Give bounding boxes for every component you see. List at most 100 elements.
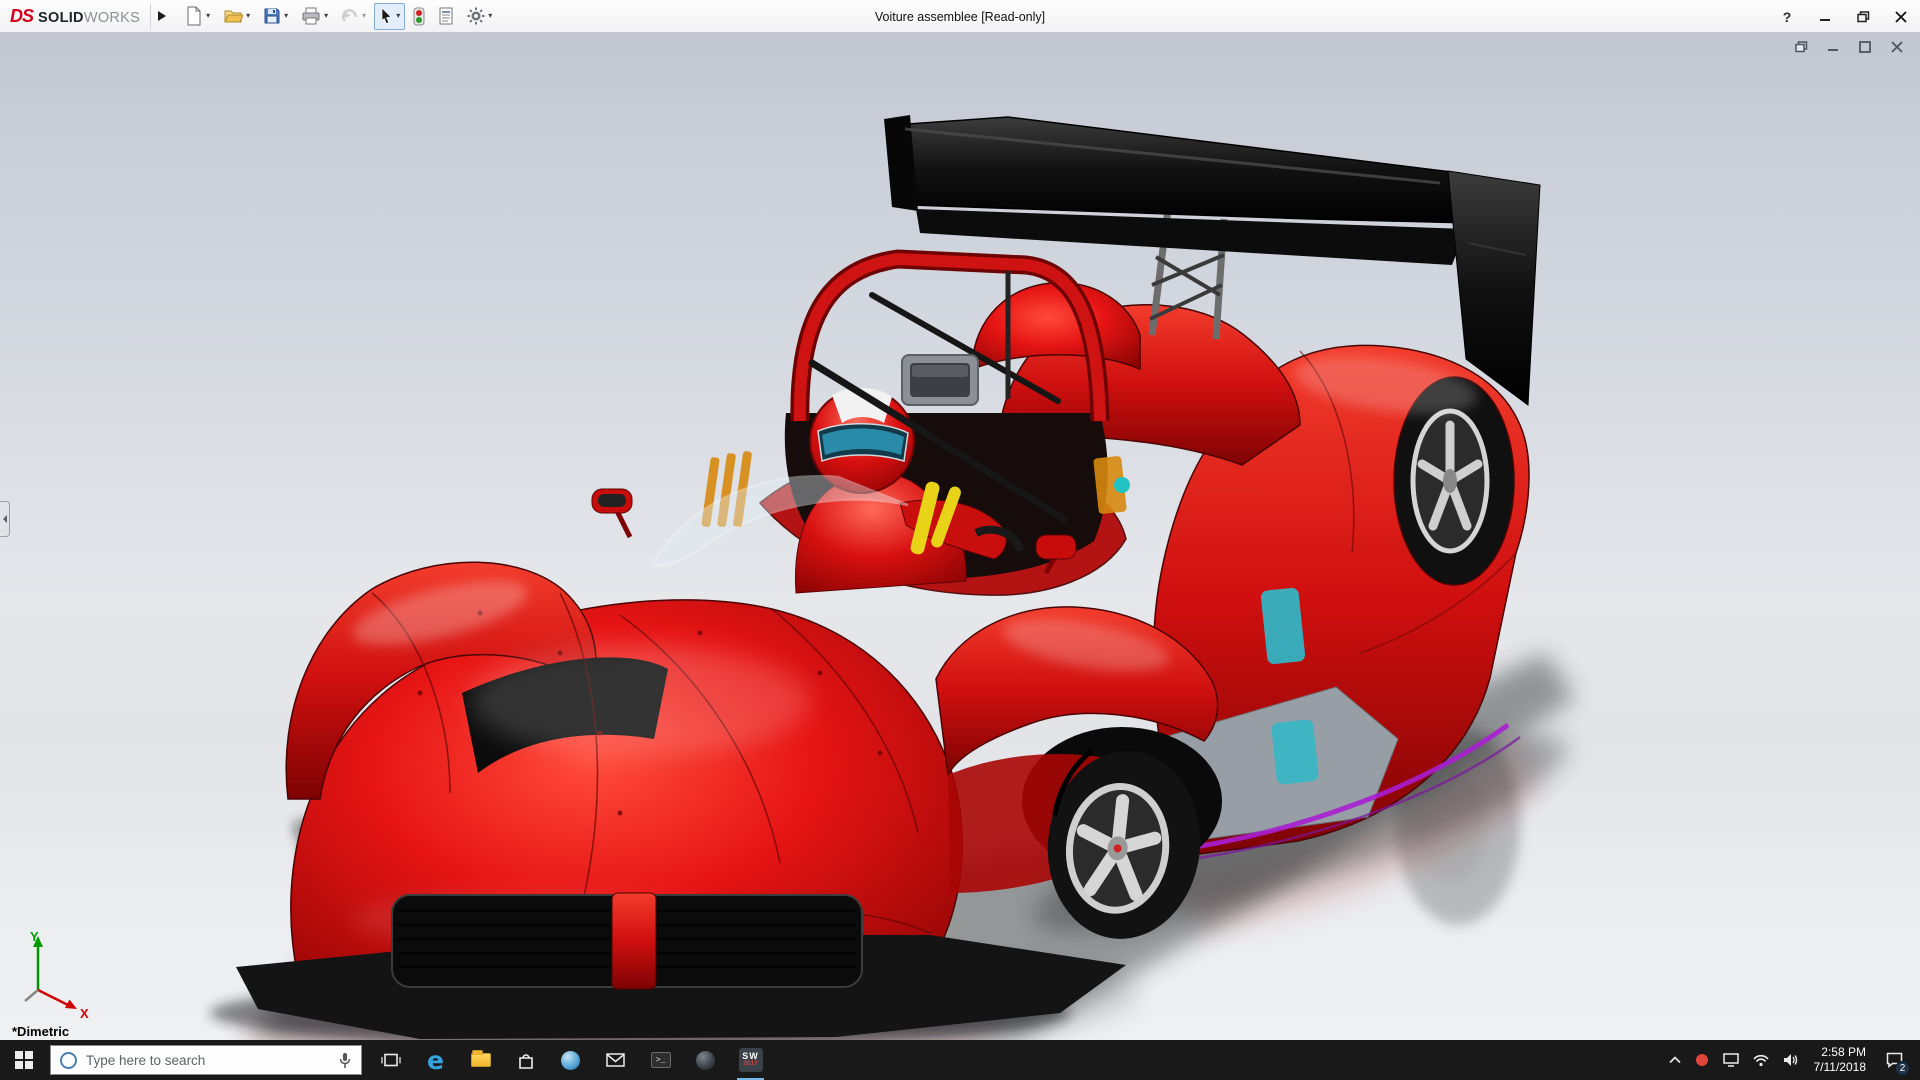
new-document-icon [185, 6, 203, 26]
wifi-icon [1753, 1054, 1769, 1067]
speaker-icon [1783, 1053, 1798, 1067]
undo-button[interactable]: ▾ [336, 3, 371, 30]
tray-app-button[interactable] [1688, 1040, 1716, 1080]
solidworks-window: DS SOLIDWORKS ▾ ▾ ▾ ▾ [0, 0, 1920, 1080]
doc-maximize-icon [1859, 41, 1871, 53]
browser-globe-icon [561, 1051, 580, 1070]
dropdown-arrow-icon[interactable]: ▾ [246, 12, 250, 20]
windows-logo-icon [15, 1051, 33, 1069]
store-bag-icon [517, 1052, 535, 1069]
play-arrow-icon [158, 11, 166, 21]
dropdown-arrow-icon[interactable]: ▾ [324, 12, 328, 20]
collapse-arrow-icon [3, 515, 7, 523]
file-properties-icon [438, 7, 454, 25]
red-app-icon [1695, 1053, 1709, 1067]
edge-button[interactable]: e [413, 1040, 458, 1080]
close-icon [1895, 11, 1907, 23]
restore-icon [1857, 11, 1870, 23]
task-view-button[interactable] [368, 1040, 413, 1080]
dropdown-arrow-icon[interactable]: ▾ [284, 12, 288, 20]
action-center-button[interactable]: 2 [1875, 1040, 1914, 1080]
mail-button[interactable] [593, 1040, 638, 1080]
taskbar-clock[interactable]: 2:58 PM 7/11/2018 [1805, 1045, 1876, 1075]
rebuild-traffic-light-icon [413, 7, 425, 26]
microphone-icon[interactable] [338, 1052, 352, 1069]
dark-app-icon [696, 1051, 715, 1070]
doc-close-icon [1891, 41, 1903, 53]
graphics-area[interactable]: Y X *Dimetric [0, 33, 1920, 1040]
volume-tray-button[interactable] [1776, 1040, 1805, 1080]
task-view-icon [381, 1052, 401, 1068]
restore-button[interactable] [1844, 0, 1882, 33]
doc-minimize-icon [1827, 41, 1839, 53]
notification-badge: 2 [1895, 1061, 1910, 1076]
feature-panel-flyout-tab[interactable] [0, 501, 10, 537]
solidworks-taskbar-button[interactable]: SW 2017 [728, 1040, 773, 1080]
file-explorer-icon [471, 1053, 491, 1067]
ds-logo-icon: DS [10, 6, 33, 27]
chevron-up-icon [1669, 1056, 1681, 1064]
view-orientation-label: *Dimetric [12, 1024, 69, 1039]
browser-button[interactable] [548, 1040, 593, 1080]
mail-icon [606, 1053, 625, 1067]
gear-icon [467, 7, 485, 25]
start-button[interactable] [0, 1040, 48, 1080]
cortana-icon [60, 1052, 77, 1069]
taskbar-search[interactable] [50, 1045, 362, 1075]
dropdown-arrow-icon[interactable]: ▾ [362, 12, 366, 20]
rebuild-button[interactable] [408, 3, 430, 30]
help-button[interactable]: ? [1768, 0, 1806, 33]
triad-x-label: X [80, 1006, 89, 1020]
system-tray: 2:58 PM 7/11/2018 2 [1662, 1040, 1920, 1080]
print-icon [301, 7, 321, 25]
rollbar-screen [902, 355, 978, 405]
dropdown-arrow-icon[interactable]: ▾ [488, 12, 492, 20]
orientation-triad: Y X [8, 928, 104, 1020]
dark-app-button[interactable] [683, 1040, 728, 1080]
select-button[interactable]: ▾ [374, 3, 405, 30]
open-folder-icon [223, 7, 243, 25]
hidden-icons-button[interactable] [1662, 1040, 1688, 1080]
save-button[interactable]: ▾ [258, 3, 293, 30]
clock-date: 7/11/2018 [1814, 1060, 1867, 1075]
doc-close-button[interactable] [1886, 37, 1908, 57]
car-model-3d[interactable] [0, 33, 1920, 1040]
display-tray-button[interactable] [1716, 1040, 1746, 1080]
document-title: Voiture assemblee [Read-only] [875, 0, 1045, 33]
windows-taskbar: e >_ SW 2017 [0, 1040, 1920, 1080]
minimize-button[interactable] [1806, 0, 1844, 33]
titlebar: DS SOLIDWORKS ▾ ▾ ▾ ▾ [0, 0, 1920, 33]
clock-time: 2:58 PM [1821, 1045, 1866, 1060]
minimize-icon [1819, 11, 1831, 23]
float-window-button[interactable] [1790, 37, 1812, 57]
command-prompt-icon: >_ [651, 1052, 671, 1068]
triad-y-label: Y [30, 929, 39, 944]
menu-expand-arrow[interactable] [150, 3, 172, 29]
solidworks-logo[interactable]: DS SOLIDWORKS [10, 6, 150, 27]
doc-maximize-button[interactable] [1854, 37, 1876, 57]
taskbar-apps: e >_ SW 2017 [368, 1040, 773, 1080]
new-document-button[interactable]: ▾ [180, 3, 215, 30]
dropdown-arrow-icon[interactable]: ▾ [206, 12, 210, 20]
search-input[interactable] [86, 1053, 329, 1068]
file-properties-button[interactable] [433, 3, 459, 30]
undo-icon [341, 8, 359, 24]
select-cursor-icon [379, 7, 393, 25]
solidworks-wordmark: SOLIDWORKS [38, 10, 140, 26]
quick-access-toolbar: ▾ ▾ ▾ ▾ ▾ [180, 3, 497, 30]
display-icon [1723, 1053, 1739, 1067]
edge-icon: e [427, 1048, 444, 1073]
network-tray-button[interactable] [1746, 1040, 1776, 1080]
close-button[interactable] [1882, 0, 1920, 33]
options-button[interactable]: ▾ [462, 3, 497, 30]
document-window-controls [1790, 37, 1908, 57]
dropdown-arrow-icon[interactable]: ▾ [396, 12, 400, 20]
store-button[interactable] [503, 1040, 548, 1080]
doc-minimize-button[interactable] [1822, 37, 1844, 57]
float-window-icon [1795, 41, 1808, 53]
save-icon [263, 7, 281, 25]
command-prompt-button[interactable]: >_ [638, 1040, 683, 1080]
open-button[interactable]: ▾ [218, 3, 255, 30]
print-button[interactable]: ▾ [296, 3, 333, 30]
file-explorer-button[interactable] [458, 1040, 503, 1080]
